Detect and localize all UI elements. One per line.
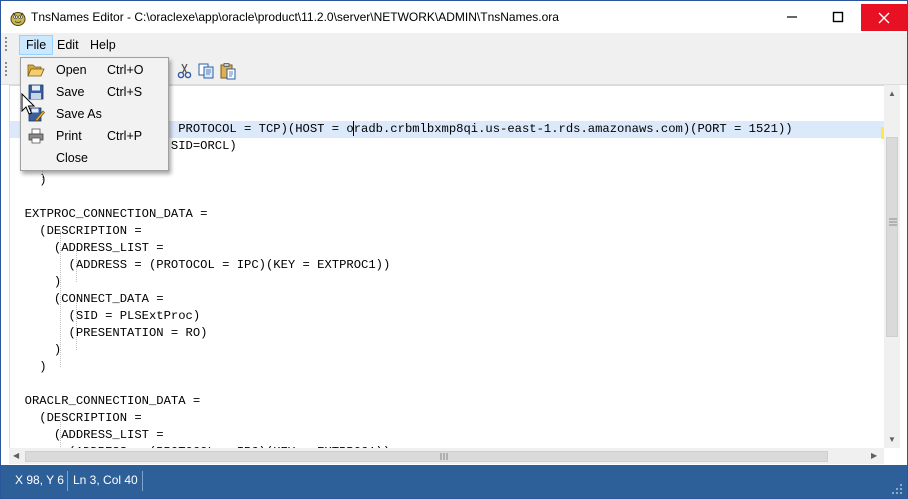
scroll-right-arrow-icon[interactable]: ▶ — [871, 451, 877, 460]
maximize-icon — [832, 11, 844, 23]
editor-line[interactable]: (ADDRESS_LIST = — [10, 240, 884, 257]
close-icon — [878, 12, 890, 23]
editor-line[interactable]: (ADDRESS = (PROTOCOL = IPC)(KEY = EXTPRO… — [10, 257, 884, 274]
menu-item-close[interactable]: Close — [23, 147, 167, 169]
menu-edit[interactable]: Edit — [51, 35, 85, 55]
status-divider — [142, 471, 143, 491]
horizontal-scrollbar[interactable]: ◀ ▶ — [9, 448, 884, 464]
toolbar-grip — [5, 62, 9, 78]
status-divider — [67, 471, 68, 491]
editor-line-text: (CONNECT_DATA = — [10, 292, 164, 306]
editor-line[interactable]: (CONNECT_DATA = — [10, 291, 884, 308]
menu-item-save[interactable]: Save Ctrl+S — [23, 81, 167, 103]
editor-line-text: (ADDRESS_LIST = — [10, 428, 164, 442]
editor-line[interactable]: EXTPROC_CONNECTION_DATA = — [10, 206, 884, 223]
paste-icon[interactable] — [219, 62, 237, 80]
close-label: Close — [56, 151, 88, 165]
editor-line-text: (DESCRIPTION = — [10, 411, 142, 425]
resize-grip-icon[interactable] — [891, 483, 903, 495]
editor-line-text: (SID = PLSExtProc) — [10, 309, 201, 323]
open-shortcut: Ctrl+O — [107, 63, 144, 77]
tnsnames-editor-window: TnsNames Editor - C:\oraclexe\app\oracle… — [0, 0, 908, 499]
scroll-up-arrow-icon[interactable]: ▲ — [888, 89, 896, 98]
editor-line-text: ) — [10, 360, 47, 374]
save-shortcut: Ctrl+S — [107, 85, 143, 99]
editor-line-text: ) — [10, 275, 62, 289]
minimize-button[interactable] — [769, 1, 815, 33]
editor-line[interactable]: (DESCRIPTION = — [10, 410, 884, 427]
menu-grip — [5, 37, 9, 53]
folder-open-icon — [27, 64, 45, 77]
indent-guide — [76, 299, 77, 350]
menu-file[interactable]: File — [19, 35, 54, 55]
print-shortcut: Ctrl+P — [107, 129, 143, 143]
editor-line[interactable]: ) — [10, 342, 884, 359]
scroll-left-arrow-icon[interactable]: ◀ — [13, 451, 19, 460]
editor-line-text: EXTPROC_CONNECTION_DATA = — [10, 207, 208, 221]
copy-icon[interactable] — [197, 62, 215, 80]
file-menu-dropdown: Open Ctrl+O Save Ctrl+S Save As Print Ct… — [20, 57, 169, 171]
cut-icon[interactable] — [176, 62, 194, 80]
title-bar: TnsNames Editor - C:\oraclexe\app\oracle… — [1, 1, 907, 33]
menu-item-print[interactable]: Print Ctrl+P — [23, 125, 167, 147]
editor-line-text: ) — [10, 343, 62, 357]
window-title: TnsNames Editor - C:\oraclexe\app\oracle… — [31, 10, 559, 24]
editor-line-text: (ADDRESS_LIST = — [10, 241, 164, 255]
close-button[interactable] — [861, 4, 907, 31]
text-caret — [353, 121, 354, 136]
indent-guide — [60, 231, 61, 367]
editor-line-text: (PRESENTATION = RO) — [10, 326, 208, 340]
vertical-scrollbar[interactable]: ▲ ▼ — [884, 85, 900, 448]
editor-line[interactable]: (PRESENTATION = RO) — [10, 325, 884, 342]
indent-guide — [76, 248, 77, 282]
editor-line[interactable]: (DESCRIPTION = — [10, 223, 884, 240]
editor-line-text: (DESCRIPTION = — [10, 224, 142, 238]
editor-line[interactable]: ) — [10, 172, 884, 189]
minimize-icon — [787, 16, 797, 18]
editor-line[interactable]: ) — [10, 359, 884, 376]
editor-line-text: (ADDRESS = (PROTOCOL = IPC)(KEY = EXTPRO… — [10, 258, 391, 272]
grip-lines-icon — [440, 453, 448, 460]
vertical-scroll-thumb[interactable] — [886, 137, 898, 337]
menu-item-save-as[interactable]: Save As — [23, 103, 167, 125]
editor-line[interactable]: ) — [10, 274, 884, 291]
mouse-pointer-icon — [21, 93, 36, 115]
editor-line[interactable]: ORACLR_CONNECTION_DATA = — [10, 393, 884, 410]
printer-icon — [28, 128, 44, 144]
menu-help[interactable]: Help — [84, 35, 122, 55]
scroll-down-arrow-icon[interactable]: ▼ — [888, 435, 896, 444]
cursor-coordinates: X 98, Y 6 — [15, 473, 64, 487]
open-label: Open — [56, 63, 87, 77]
menu-bar: File Edit Help — [1, 33, 907, 57]
save-label: Save — [56, 85, 85, 99]
editor-line[interactable] — [10, 189, 884, 206]
status-bar: X 98, Y 6 Ln 3, Col 40 — [1, 465, 907, 498]
indent-guide — [60, 418, 61, 448]
editor-line[interactable]: (SID = PLSExtProc) — [10, 308, 884, 325]
editor-line-text: ORACLR_CONNECTION_DATA = — [10, 394, 201, 408]
editor-line[interactable] — [10, 376, 884, 393]
menu-item-open[interactable]: Open Ctrl+O — [23, 59, 167, 81]
save-as-label: Save As — [56, 107, 102, 121]
grip-lines-icon — [889, 218, 897, 226]
print-label: Print — [56, 129, 82, 143]
horizontal-scroll-thumb[interactable] — [25, 451, 828, 462]
editor-line[interactable]: (ADDRESS_LIST = — [10, 427, 884, 444]
maximize-button[interactable] — [815, 1, 861, 33]
app-icon — [10, 12, 26, 26]
line-column-indicator: Ln 3, Col 40 — [73, 473, 138, 487]
